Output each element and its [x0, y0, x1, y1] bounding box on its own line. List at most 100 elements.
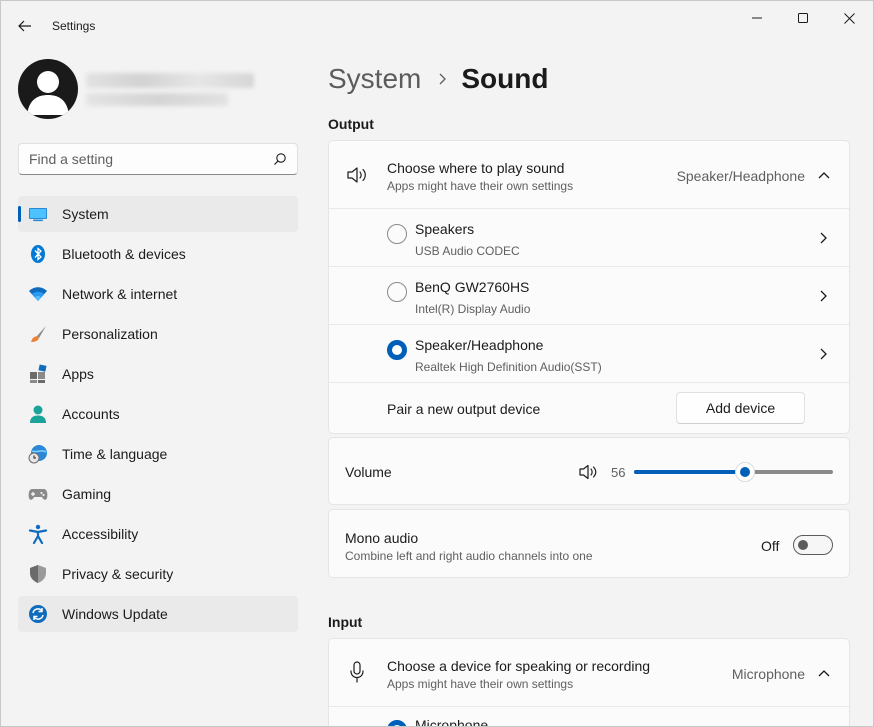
choose-input-row[interactable]: Choose a device for speaking or recordin…: [329, 639, 849, 707]
sidebar-item-bluetooth[interactable]: Bluetooth & devices: [18, 236, 298, 272]
search-input[interactable]: [29, 151, 273, 167]
title-bar: Settings: [1, 1, 873, 49]
avatar-person-icon: [27, 71, 69, 115]
sidebar-item-label: Personalization: [62, 326, 158, 342]
device-name: BenQ GW2760HS: [415, 279, 530, 295]
speaker-icon: [346, 166, 368, 187]
radio-speaker-headphone[interactable]: [387, 340, 407, 360]
wifi-icon: [28, 284, 48, 304]
breadcrumb: System Sound: [328, 57, 850, 101]
apps-icon: [28, 364, 48, 384]
output-device-card: Choose where to play sound Apps might ha…: [328, 140, 850, 434]
radio-benq[interactable]: [387, 282, 407, 302]
chevron-up-icon[interactable]: [817, 666, 831, 680]
radio-microphone[interactable]: [387, 720, 407, 726]
page-title: Sound: [461, 63, 549, 94]
device-detail: Realtek High Definition Audio(SST): [415, 360, 602, 374]
sidebar-item-time-language[interactable]: Time & language: [18, 436, 298, 472]
sidebar-item-gaming[interactable]: Gaming: [18, 476, 298, 512]
mono-audio-toggle[interactable]: [793, 535, 833, 555]
output-device-speaker-headphone[interactable]: Speaker/Headphone Realtek High Definitio…: [329, 325, 849, 383]
mono-audio-card: Mono audio Combine left and right audio …: [328, 509, 850, 578]
chevron-right-icon: [439, 73, 447, 85]
search-icon[interactable]: [273, 152, 287, 166]
volume-slider-fill: [634, 470, 746, 474]
selected-input-value: Microphone: [731, 666, 805, 682]
sidebar-item-network[interactable]: Network & internet: [18, 276, 298, 312]
sidebar-item-apps[interactable]: Apps: [18, 356, 298, 392]
sidebar-nav: System Bluetooth & devices Network & int…: [18, 196, 298, 636]
sidebar-item-label: Accounts: [62, 406, 120, 422]
chevron-right-icon[interactable]: [817, 347, 831, 361]
close-button[interactable]: [826, 1, 872, 35]
user-profile[interactable]: [18, 59, 298, 121]
device-detail: USB Audio CODEC: [415, 244, 520, 258]
update-icon: [28, 604, 48, 624]
sidebar-item-system[interactable]: System: [18, 196, 298, 232]
sidebar-item-label: Time & language: [62, 446, 168, 462]
volume-card: Volume 56: [328, 437, 850, 505]
maximize-icon: [798, 13, 808, 23]
avatar: [18, 59, 78, 119]
bluetooth-icon: [28, 244, 48, 264]
volume-value: 56: [611, 465, 626, 480]
input-section-title: Input: [328, 614, 363, 630]
main-content: System Sound Output Choose where to play…: [328, 57, 850, 726]
pair-output-row: Pair a new output device Add device: [329, 383, 849, 433]
chevron-up-icon[interactable]: [817, 168, 831, 182]
chevron-right-icon[interactable]: [817, 289, 831, 303]
app-title: Settings: [52, 19, 96, 33]
choose-output-subtitle: Apps might have their own settings: [387, 179, 574, 193]
system-icon: [28, 204, 48, 224]
input-device-microphone[interactable]: Microphone: [329, 707, 849, 727]
volume-label: Volume: [345, 464, 392, 480]
back-arrow-icon: [18, 20, 31, 32]
sidebar-item-personalization[interactable]: Personalization: [18, 316, 298, 352]
sidebar-item-accounts[interactable]: Accounts: [18, 396, 298, 432]
choose-input-title: Choose a device for speaking or recordin…: [387, 658, 651, 674]
add-device-button[interactable]: Add device: [676, 392, 805, 424]
mono-audio-state: Off: [761, 538, 780, 554]
sidebar-item-label: Gaming: [62, 486, 112, 502]
minimize-icon: [752, 17, 762, 19]
sidebar-item-privacy-security[interactable]: Privacy & security: [18, 556, 298, 592]
output-device-benq[interactable]: BenQ GW2760HS Intel(R) Display Audio: [329, 267, 849, 325]
sidebar-item-label: System: [62, 206, 109, 222]
sidebar-item-label: Accessibility: [62, 526, 139, 542]
radio-speakers[interactable]: [387, 224, 407, 244]
output-device-speakers[interactable]: Speakers USB Audio CODEC: [329, 209, 849, 267]
choose-output-row[interactable]: Choose where to play sound Apps might ha…: [329, 141, 849, 209]
sidebar-item-label: Bluetooth & devices: [62, 246, 186, 262]
accessibility-icon: [28, 524, 48, 544]
settings-window: Settings System: [0, 0, 874, 727]
breadcrumb-parent[interactable]: System: [328, 63, 421, 95]
sidebar-item-label: Windows Update: [62, 606, 168, 622]
device-name: Speakers: [415, 221, 475, 237]
close-icon: [843, 12, 855, 24]
sidebar-item-windows-update[interactable]: Windows Update: [18, 596, 298, 632]
back-button[interactable]: [11, 13, 39, 39]
globe-clock-icon: [28, 444, 48, 464]
shield-icon: [28, 564, 48, 584]
chevron-right-icon[interactable]: [817, 231, 831, 245]
sidebar-item-accessibility[interactable]: Accessibility: [18, 516, 298, 552]
blurred-user-name: [86, 73, 254, 88]
volume-speaker-icon[interactable]: [578, 464, 598, 483]
gamepad-icon: [28, 484, 48, 504]
microphone-icon: [348, 661, 366, 686]
pair-output-label: Pair a new output device: [387, 401, 541, 417]
volume-slider[interactable]: [634, 462, 833, 482]
input-device-card: Choose a device for speaking or recordin…: [328, 638, 850, 727]
search-box[interactable]: [18, 143, 298, 175]
toggle-knob: [798, 540, 808, 550]
volume-slider-thumb[interactable]: [735, 462, 756, 482]
device-name: Microphone: [415, 717, 489, 727]
minimize-button[interactable]: [734, 1, 780, 35]
sidebar-item-label: Apps: [62, 366, 94, 382]
sidebar-item-label: Network & internet: [62, 286, 178, 302]
device-name: Speaker/Headphone: [415, 337, 544, 353]
maximize-button[interactable]: [780, 1, 826, 35]
blurred-user-email: [86, 93, 228, 106]
output-section-title: Output: [328, 116, 374, 132]
mono-audio-title: Mono audio: [345, 530, 419, 546]
